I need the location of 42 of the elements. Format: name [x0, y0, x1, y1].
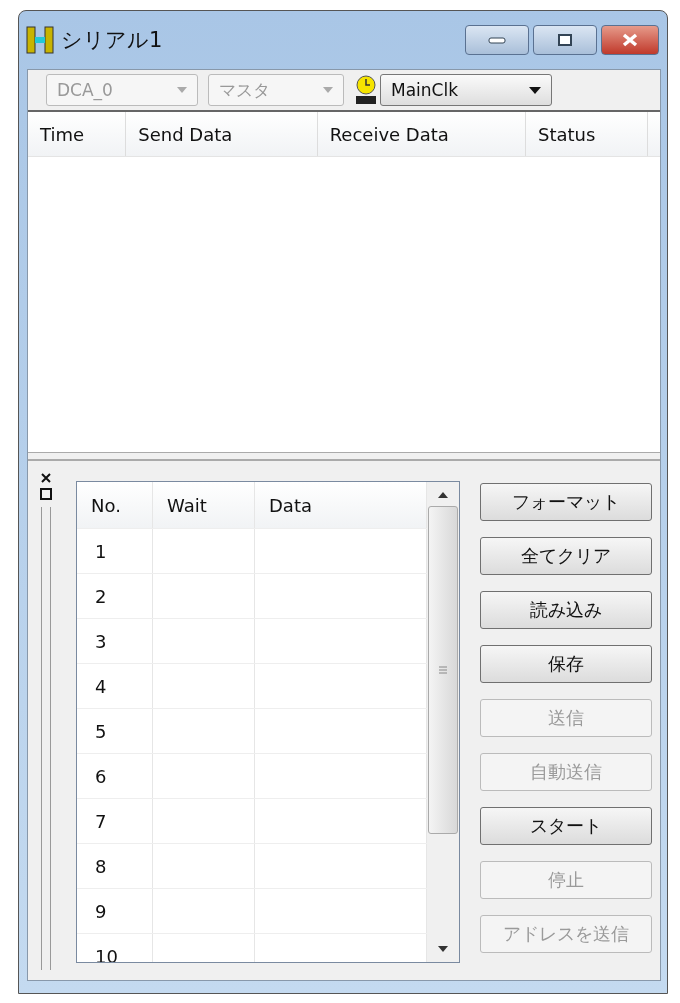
caret-icon	[529, 86, 541, 94]
minimize-button[interactable]	[465, 25, 529, 55]
close-icon[interactable]	[39, 471, 53, 485]
close-icon	[620, 32, 640, 48]
scrollbar[interactable]	[427, 482, 459, 962]
clock-dropdown[interactable]: MainClk	[380, 74, 552, 106]
scroll-down-icon[interactable]	[438, 946, 448, 952]
maximize-button[interactable]	[533, 25, 597, 55]
column-header[interactable]: Status	[525, 112, 648, 156]
row-number: 9	[77, 889, 153, 933]
row-number: 5	[77, 709, 153, 753]
column-header[interactable]: Receive Data	[317, 112, 526, 156]
row-number: 1	[77, 529, 153, 573]
app-logo-icon	[25, 25, 55, 55]
column-header[interactable]: Send Data	[126, 112, 318, 156]
close-button[interactable]	[601, 25, 659, 55]
minimize-icon	[487, 35, 507, 45]
column-header[interactable]: Time	[28, 112, 127, 156]
action-button[interactable]: スタート	[480, 807, 652, 845]
clock-icon	[354, 75, 378, 105]
scroll-thumb[interactable]	[428, 506, 458, 834]
window-title: シリアル1	[61, 27, 163, 54]
row-number: 6	[77, 754, 153, 798]
caret-icon	[323, 87, 333, 93]
restore-icon[interactable]	[39, 487, 53, 501]
grip-icon	[438, 665, 448, 675]
row-number: 8	[77, 844, 153, 888]
scroll-up-icon[interactable]	[438, 492, 448, 498]
row-number: 4	[77, 664, 153, 708]
action-button[interactable]: フォーマット	[480, 483, 652, 521]
row-number: 3	[77, 619, 153, 663]
splitter-handle[interactable]	[41, 507, 51, 970]
maximize-icon	[555, 33, 575, 47]
action-button[interactable]: 読み込み	[480, 591, 652, 629]
action-button[interactable]: 全てクリア	[480, 537, 652, 575]
row-number: 7	[77, 799, 153, 843]
column-header[interactable]: No.	[77, 482, 153, 528]
column-header[interactable]: Wait	[153, 482, 255, 528]
action-button[interactable]: 保存	[480, 645, 652, 683]
row-number: 10	[77, 934, 153, 962]
row-number: 2	[77, 574, 153, 618]
caret-icon	[177, 87, 187, 93]
